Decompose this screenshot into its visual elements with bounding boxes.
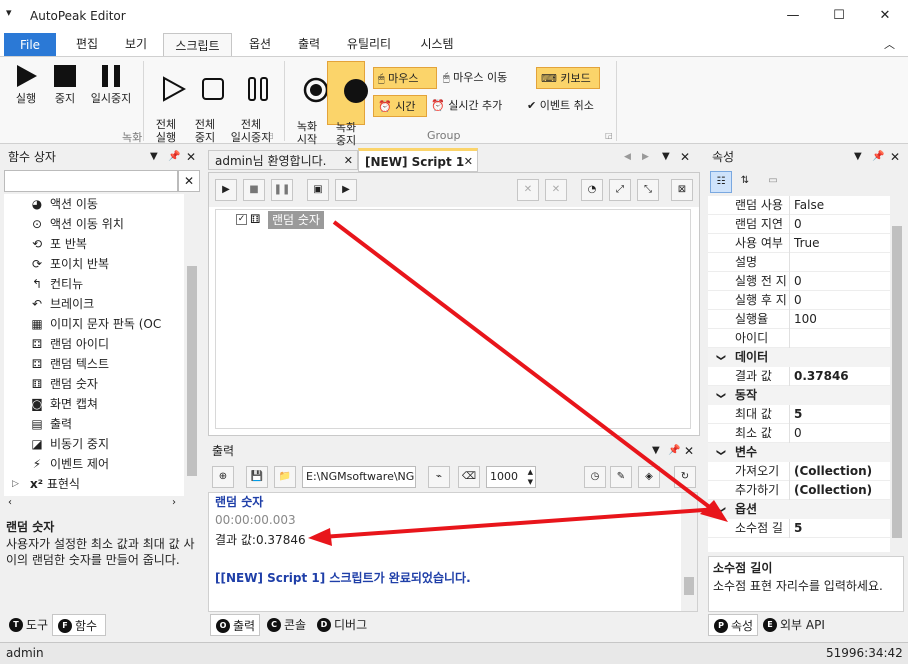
annotation-arrowhead xyxy=(308,528,332,546)
annotation-arrow xyxy=(321,507,719,539)
annotation-overlay xyxy=(308,220,728,546)
annotation-arrow xyxy=(332,220,718,514)
